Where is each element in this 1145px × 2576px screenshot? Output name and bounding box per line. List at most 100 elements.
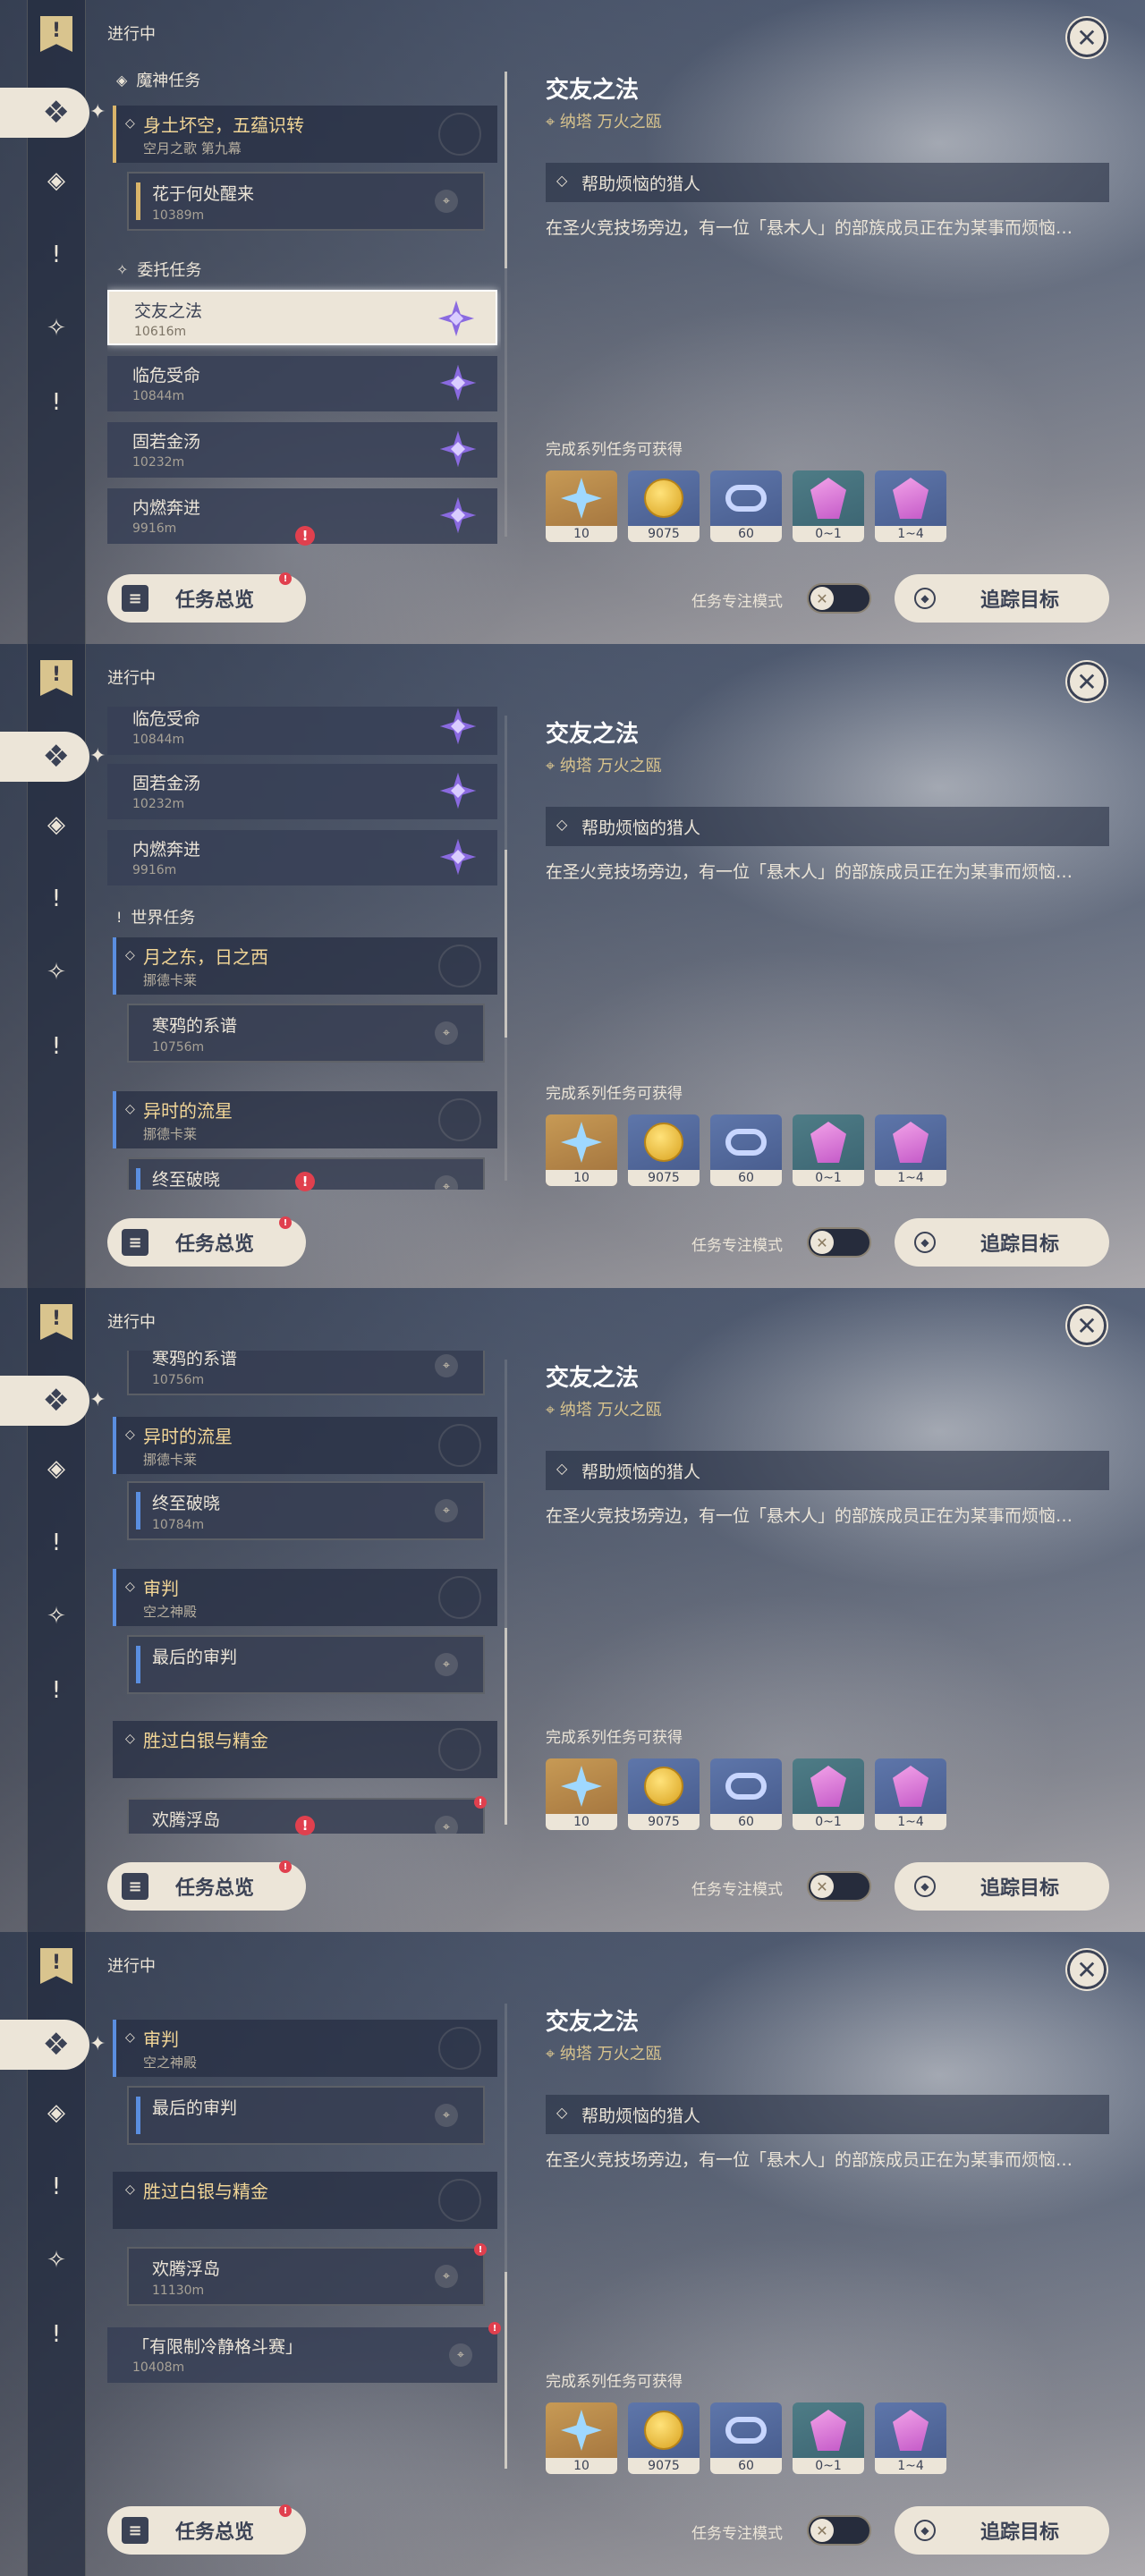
quest-item-limited[interactable]: 「有限制冷静格斗赛」 10408m ⌖ (107, 2327, 497, 2383)
quest-header-world[interactable]: ◇ 胜过白银与精金 (113, 2172, 497, 2229)
sidebar-item-all-quests[interactable]: ❖ (0, 732, 89, 782)
sidebar-item-world[interactable]: ! (38, 1029, 74, 1064)
close-button[interactable]: ✕ (1067, 1950, 1107, 1989)
reward-crystal[interactable]: 0~1 (793, 470, 864, 542)
quest-panel-3: ! ❖ ✦ ◈ ! ✧ ! 进行中 ✕ 寒鸦的系谱 10756m ⌖ ◇ 异时的… (0, 1288, 1145, 1932)
reward-exp[interactable]: 60 (710, 2402, 782, 2474)
quest-header-world[interactable]: ◇ 胜过白银与精金 (113, 1721, 497, 1778)
map-pin-icon[interactable]: ⌖ (435, 1354, 458, 1377)
reward-crystal-cluster[interactable]: 1~4 (875, 470, 946, 542)
map-pin-icon[interactable]: ⌖ (435, 1499, 458, 1522)
reward-crystal-cluster[interactable]: 1~4 (875, 1114, 946, 1186)
map-pin-icon[interactable]: ⌖ (435, 190, 458, 213)
reward-mora[interactable]: 9075 (628, 1758, 700, 1830)
diamond-icon: ◇ (125, 948, 135, 962)
commission-item-selected[interactable]: ▶ 交友之法 10616m (107, 290, 497, 345)
scrollbar[interactable] (505, 2004, 507, 2469)
reward-primogem[interactable]: 10 (546, 1758, 617, 1830)
track-button[interactable]: ◆ 追踪目标 (895, 1218, 1109, 1267)
scrollbar[interactable] (505, 716, 507, 1181)
quest-header-world[interactable]: ◇ 异时的流星 挪德卡莱 (113, 1417, 497, 1474)
commission-item[interactable]: 固若金汤 10232m (107, 422, 497, 478)
sidebar-item-commission[interactable]: ✧ (38, 310, 74, 346)
sidebar-item-archon[interactable]: ◈ (38, 1451, 74, 1487)
reward-crystal-cluster[interactable]: 1~4 (875, 1758, 946, 1830)
track-button[interactable]: ◆ 追踪目标 (895, 574, 1109, 623)
quest-header-world[interactable]: ◇ 月之东，日之西 挪德卡莱 (113, 937, 497, 995)
focus-mode-toggle[interactable]: ✕ (807, 2515, 871, 2546)
sidebar-item-world[interactable]: ! (38, 2317, 74, 2352)
sidebar-item-story[interactable]: ! (38, 1525, 74, 1561)
commission-item[interactable]: 内燃奔进 9916m (107, 830, 497, 886)
quest-step[interactable]: 最后的审判 ⌖ (127, 1635, 485, 1694)
quest-overview-button[interactable]: ≡ 任务总览 (107, 1218, 306, 1267)
sidebar-item-archon[interactable]: ◈ (38, 163, 74, 199)
track-button[interactable]: ◆ 追踪目标 (895, 1862, 1109, 1911)
quest-list[interactable]: ◇ 审判 空之神殿 最后的审判 ⌖ ◇ 胜过白银与精金 欢腾浮岛 11130m … (107, 1995, 501, 2478)
map-pin-icon[interactable]: ⌖ (435, 1653, 458, 1676)
sidebar-item-commission[interactable]: ✧ (38, 954, 74, 990)
scrollbar[interactable] (505, 72, 507, 537)
reward-crystal-cluster[interactable]: 1~4 (875, 2402, 946, 2474)
reward-mora[interactable]: 9075 (628, 1114, 700, 1186)
map-pin-icon[interactable]: ⌖ (435, 1816, 458, 1834)
sidebar-item-all-quests[interactable]: ❖ (0, 88, 89, 138)
reward-primogem[interactable]: 10 (546, 2402, 617, 2474)
map-pin-icon[interactable]: ⌖ (435, 2104, 458, 2127)
quest-step[interactable]: 寒鸦的系谱 10756m ⌖ (127, 1351, 485, 1395)
quest-overview-button[interactable]: ≡ 任务总览 (107, 2506, 306, 2555)
sidebar-item-story[interactable]: ! (38, 237, 74, 273)
quest-list[interactable]: 寒鸦的系谱 10756m ⌖ ◇ 异时的流星 挪德卡莱 终至破晓 10784m … (107, 1351, 501, 1834)
commission-item[interactable]: 临危受命 10844m (107, 356, 497, 411)
sidebar-item-commission[interactable]: ✧ (38, 2242, 74, 2278)
sidebar-item-story[interactable]: ! (38, 2169, 74, 2205)
reward-mora[interactable]: 9075 (628, 470, 700, 542)
detail-location: ⌖ 纳塔 万火之瓯 (546, 2045, 662, 2063)
quest-overview-button[interactable]: ≡ 任务总览 (107, 1862, 306, 1911)
sidebar-item-all-quests[interactable]: ❖ (0, 2020, 89, 2070)
close-button[interactable]: ✕ (1067, 1306, 1107, 1345)
quest-step[interactable]: 寒鸦的系谱 10756m ⌖ (127, 1004, 485, 1063)
commission-item[interactable]: 临危受命 10844m (107, 707, 497, 755)
quest-header-world[interactable]: ◇ 审判 空之神殿 (113, 2020, 497, 2077)
quest-step[interactable]: 最后的审判 ⌖ (127, 2086, 485, 2145)
focus-mode-toggle[interactable]: ✕ (807, 1871, 871, 1902)
sidebar-item-commission[interactable]: ✧ (38, 1598, 74, 1634)
quest-header-archon[interactable]: ◇ 身土坏空，五蕴识转 空月之歌 第九幕 (113, 106, 497, 163)
focus-mode-toggle[interactable]: ✕ (807, 1227, 871, 1258)
track-button[interactable]: ◆ 追踪目标 (895, 2506, 1109, 2555)
quest-list[interactable]: ◈ 魔神任务 ◇ 身土坏空，五蕴识转 空月之歌 第九幕 花于何处醒来 10389m… (107, 63, 501, 546)
quest-step[interactable]: 花于何处醒来 10389m ⌖ (127, 172, 485, 231)
quest-list[interactable]: 临危受命 10844m 固若金汤 10232m 内燃奔进 9916m ! 世界任务… (107, 707, 501, 1190)
sidebar-item-world[interactable]: ! (38, 1673, 74, 1708)
map-pin-icon[interactable]: ⌖ (435, 1021, 458, 1045)
reward-mora[interactable]: 9075 (628, 2402, 700, 2474)
quest-header-world[interactable]: ◇ 异时的流星 挪德卡莱 (113, 1091, 497, 1148)
quest-header-world[interactable]: ◇ 审判 空之神殿 (113, 1569, 497, 1626)
focus-mode-toggle[interactable]: ✕ (807, 583, 871, 614)
reward-primogem[interactable]: 10 (546, 470, 617, 542)
map-pin-icon[interactable]: ⌖ (449, 2343, 472, 2367)
reward-primogem[interactable]: 10 (546, 1114, 617, 1186)
quest-overview-button[interactable]: ≡ 任务总览 (107, 574, 306, 623)
close-button[interactable]: ✕ (1067, 662, 1107, 701)
quest-panel-1: ! ❖ ✦ ◈ ! ✧ ! 进行中 ✕ ◈ 魔神任务 ◇ 身土坏空，五蕴识转 空月… (0, 0, 1145, 644)
sidebar-item-story[interactable]: ! (38, 881, 74, 917)
reward-crystal[interactable]: 0~1 (793, 1114, 864, 1186)
quest-step[interactable]: 终至破晓 10784m ⌖ (127, 1481, 485, 1540)
map-pin-icon[interactable]: ⌖ (435, 2265, 458, 2288)
sidebar-item-world[interactable]: ! (38, 385, 74, 420)
reward-crystal[interactable]: 0~1 (793, 1758, 864, 1830)
sidebar-item-archon[interactable]: ◈ (38, 2095, 74, 2131)
location-pin-icon: ⌖ (546, 113, 560, 131)
quest-step[interactable]: 欢腾浮岛 11130m ⌖ (127, 2247, 485, 2306)
close-button[interactable]: ✕ (1067, 18, 1107, 57)
sidebar-item-all-quests[interactable]: ❖ (0, 1376, 89, 1426)
commission-item[interactable]: 固若金汤 10232m (107, 764, 497, 819)
reward-exp[interactable]: 60 (710, 1758, 782, 1830)
sidebar-item-archon[interactable]: ◈ (38, 807, 74, 843)
reward-exp[interactable]: 60 (710, 470, 782, 542)
reward-crystal[interactable]: 0~1 (793, 2402, 864, 2474)
scrollbar[interactable] (505, 1360, 507, 1825)
reward-exp[interactable]: 60 (710, 1114, 782, 1186)
